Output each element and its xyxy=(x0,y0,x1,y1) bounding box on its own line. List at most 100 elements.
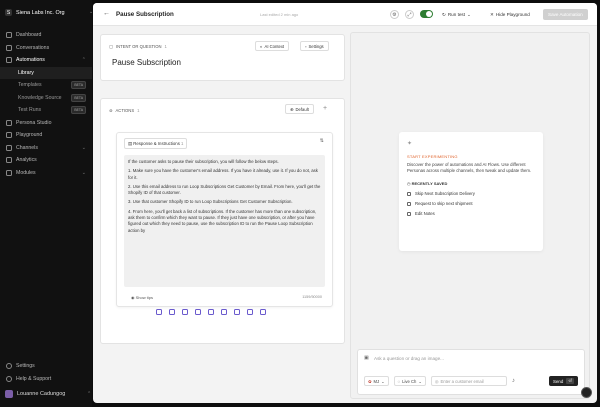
beta-badge: BETA xyxy=(71,81,86,90)
char-count: 1159/50000 xyxy=(302,295,322,299)
help-icon xyxy=(6,375,12,382)
ai-context-label: AI Context xyxy=(264,43,285,49)
settings-button[interactable]: ▫ Settings xyxy=(300,41,329,51)
action-toolbar xyxy=(156,309,266,315)
persona-icon xyxy=(6,119,12,126)
persona-label: MJ xyxy=(373,378,380,384)
help-bubble-icon[interactable] xyxy=(581,387,592,398)
sidebar-item-conversations[interactable]: Conversations xyxy=(0,42,92,55)
at-icon: ◎ xyxy=(434,378,439,384)
sidebar-item-label: Help & Support xyxy=(16,375,52,382)
chat-icon: ◌ xyxy=(397,378,401,384)
email-placeholder: Enter a customer email xyxy=(440,378,484,384)
save-label: Save Automation xyxy=(548,12,583,17)
sidebar-item-label: Analytics xyxy=(16,157,37,164)
add-icon[interactable]: + xyxy=(323,105,327,112)
intent-title[interactable]: Pause Subscription xyxy=(112,58,181,67)
link-icon[interactable]: ⤢ xyxy=(405,10,414,19)
main-area: ← Pause Subscription Last edited 2 min a… xyxy=(93,3,597,403)
sidebar-item-settings[interactable]: Settings xyxy=(0,360,92,373)
page-title: Pause Subscription xyxy=(116,11,174,18)
hide-playground-button[interactable]: ✕ Hide Playground xyxy=(486,9,534,20)
microphone-icon[interactable]: ♪ xyxy=(512,378,515,384)
response-card: ▤ Response & Instructions 1 ⇅ If the cus… xyxy=(116,132,333,307)
channel-label: Live Ch xyxy=(402,378,417,384)
enter-icon: ⏎ xyxy=(566,378,574,384)
settings-icon: ▫ xyxy=(305,43,307,49)
beta-badge: BETA xyxy=(71,106,86,115)
default-button[interactable]: ⊕ Default xyxy=(285,104,314,114)
active-toggle[interactable] xyxy=(420,10,433,18)
sidebar-item-test-runs[interactable]: Test Runs BETA xyxy=(0,104,92,117)
sidebar-bottom: Settings Help & Support xyxy=(0,360,92,385)
recent-item[interactable]: Request to skip next shipment xyxy=(407,201,535,206)
recent-item-label: Edit Notes xyxy=(415,211,435,216)
show-tips-button[interactable]: ◉ Show tips xyxy=(131,295,153,300)
lightning-icon xyxy=(407,201,411,206)
branch-tool-icon[interactable] xyxy=(169,309,175,315)
sidebar-item-library[interactable]: Library xyxy=(0,66,92,79)
flow-tool-icon[interactable] xyxy=(247,309,253,315)
lightning-icon xyxy=(407,191,411,196)
avatar xyxy=(5,390,13,398)
card-title: Response & Instructions xyxy=(133,140,180,146)
recent-item[interactable]: Edit Notes xyxy=(407,211,535,216)
sidebar-item-dashboard[interactable]: Dashboard xyxy=(0,29,92,42)
chevron-down-icon: ⌄ xyxy=(466,11,471,17)
org-logo-icon: S xyxy=(5,9,12,16)
top-bar: ← Pause Subscription Last edited 2 min a… xyxy=(93,3,597,26)
sidebar-item-modules[interactable]: Modules ⌄ xyxy=(0,167,92,180)
loop-tool-icon[interactable] xyxy=(221,309,227,315)
show-tips-label: Show tips xyxy=(135,295,153,300)
image-tool-icon[interactable] xyxy=(182,309,188,315)
chat-input[interactable]: Ask a question or drag an image... xyxy=(374,356,444,361)
user-name: Louanne Cadungog xyxy=(17,391,66,397)
lightning-icon xyxy=(407,211,411,216)
message-tool-icon[interactable] xyxy=(156,309,162,315)
hand-tool-icon[interactable] xyxy=(234,309,240,315)
customer-email-input[interactable]: ◎ Enter a customer email xyxy=(430,376,507,386)
gear-icon[interactable]: ⚙ xyxy=(390,10,399,19)
document-tool-icon[interactable] xyxy=(195,309,201,315)
intent-header: ▢ INTENT OR QUESTION 1 xyxy=(109,44,167,49)
sidebar-item-automations[interactable]: Automations ⌃ xyxy=(0,54,92,67)
sidebar-item-playground[interactable]: Playground xyxy=(0,129,92,142)
user-menu[interactable]: Louanne Cadungog ⌃ xyxy=(5,390,91,398)
sidebar-item-channels[interactable]: Channels ⌄ xyxy=(0,142,92,155)
sidebar-item-templates[interactable]: Templates BETA xyxy=(0,79,92,92)
persona-select[interactable]: ✿ MJ ⌄ xyxy=(364,376,389,386)
sidebar-item-persona-studio[interactable]: Persona Studio xyxy=(0,117,92,130)
sidebar-item-label: Automations xyxy=(16,57,45,64)
sidebar-item-analytics[interactable]: Analytics xyxy=(0,154,92,167)
bell-tool-icon[interactable] xyxy=(260,309,266,315)
save-automation-button[interactable]: Save Automation xyxy=(543,9,588,20)
recent-item[interactable]: Skip Next Subscription Delivery xyxy=(407,191,535,196)
channel-select[interactable]: ◌ Live Ch ⌄ xyxy=(393,376,426,386)
playground-icon xyxy=(6,132,12,139)
persona-icon: ✿ xyxy=(368,378,372,384)
beta-badge: BETA xyxy=(71,93,86,102)
chevron-down-icon: ⌄ xyxy=(81,169,86,176)
check-tool-icon[interactable] xyxy=(208,309,214,315)
recent-item-label: Skip Next Subscription Delivery xyxy=(415,191,475,196)
ai-context-button[interactable]: ◐ AI Context xyxy=(255,41,290,51)
automations-icon xyxy=(6,57,12,64)
run-test-button[interactable]: ↻ Run test ⌄ xyxy=(438,9,475,20)
swap-icon[interactable]: ⇅ xyxy=(320,138,324,144)
close-icon: ✕ xyxy=(490,11,494,17)
org-switcher[interactable]: S Siena Labs Inc. Org ⌄ xyxy=(5,9,93,16)
instructions-textarea[interactable]: If the customer asks to pause their subs… xyxy=(124,155,325,287)
image-icon[interactable]: ▣ xyxy=(364,355,369,361)
sidebar-item-label: Knowledge Source xyxy=(18,94,62,101)
eye-icon: ◉ xyxy=(131,295,135,300)
sidebar-item-knowledge-source[interactable]: Knowledge Source BETA xyxy=(0,92,92,105)
app: S Siena Labs Inc. Org ⌄ Dashboard Conver… xyxy=(0,0,600,407)
recent-item-label: Request to skip next shipment xyxy=(415,201,473,206)
start-description: Discover the power of automations and AI… xyxy=(407,162,532,173)
chat-composer: ▣ Ask a question or drag an image... ✿ MJ… xyxy=(357,349,585,395)
send-button[interactable]: Send ⏎ xyxy=(549,376,578,386)
back-arrow-icon[interactable]: ← xyxy=(103,10,110,17)
sidebar: S Siena Labs Inc. Org ⌄ Dashboard Conver… xyxy=(0,0,93,407)
start-heading: START EXPERIMENTING xyxy=(407,154,458,159)
sidebar-item-help[interactable]: Help & Support xyxy=(0,373,92,386)
